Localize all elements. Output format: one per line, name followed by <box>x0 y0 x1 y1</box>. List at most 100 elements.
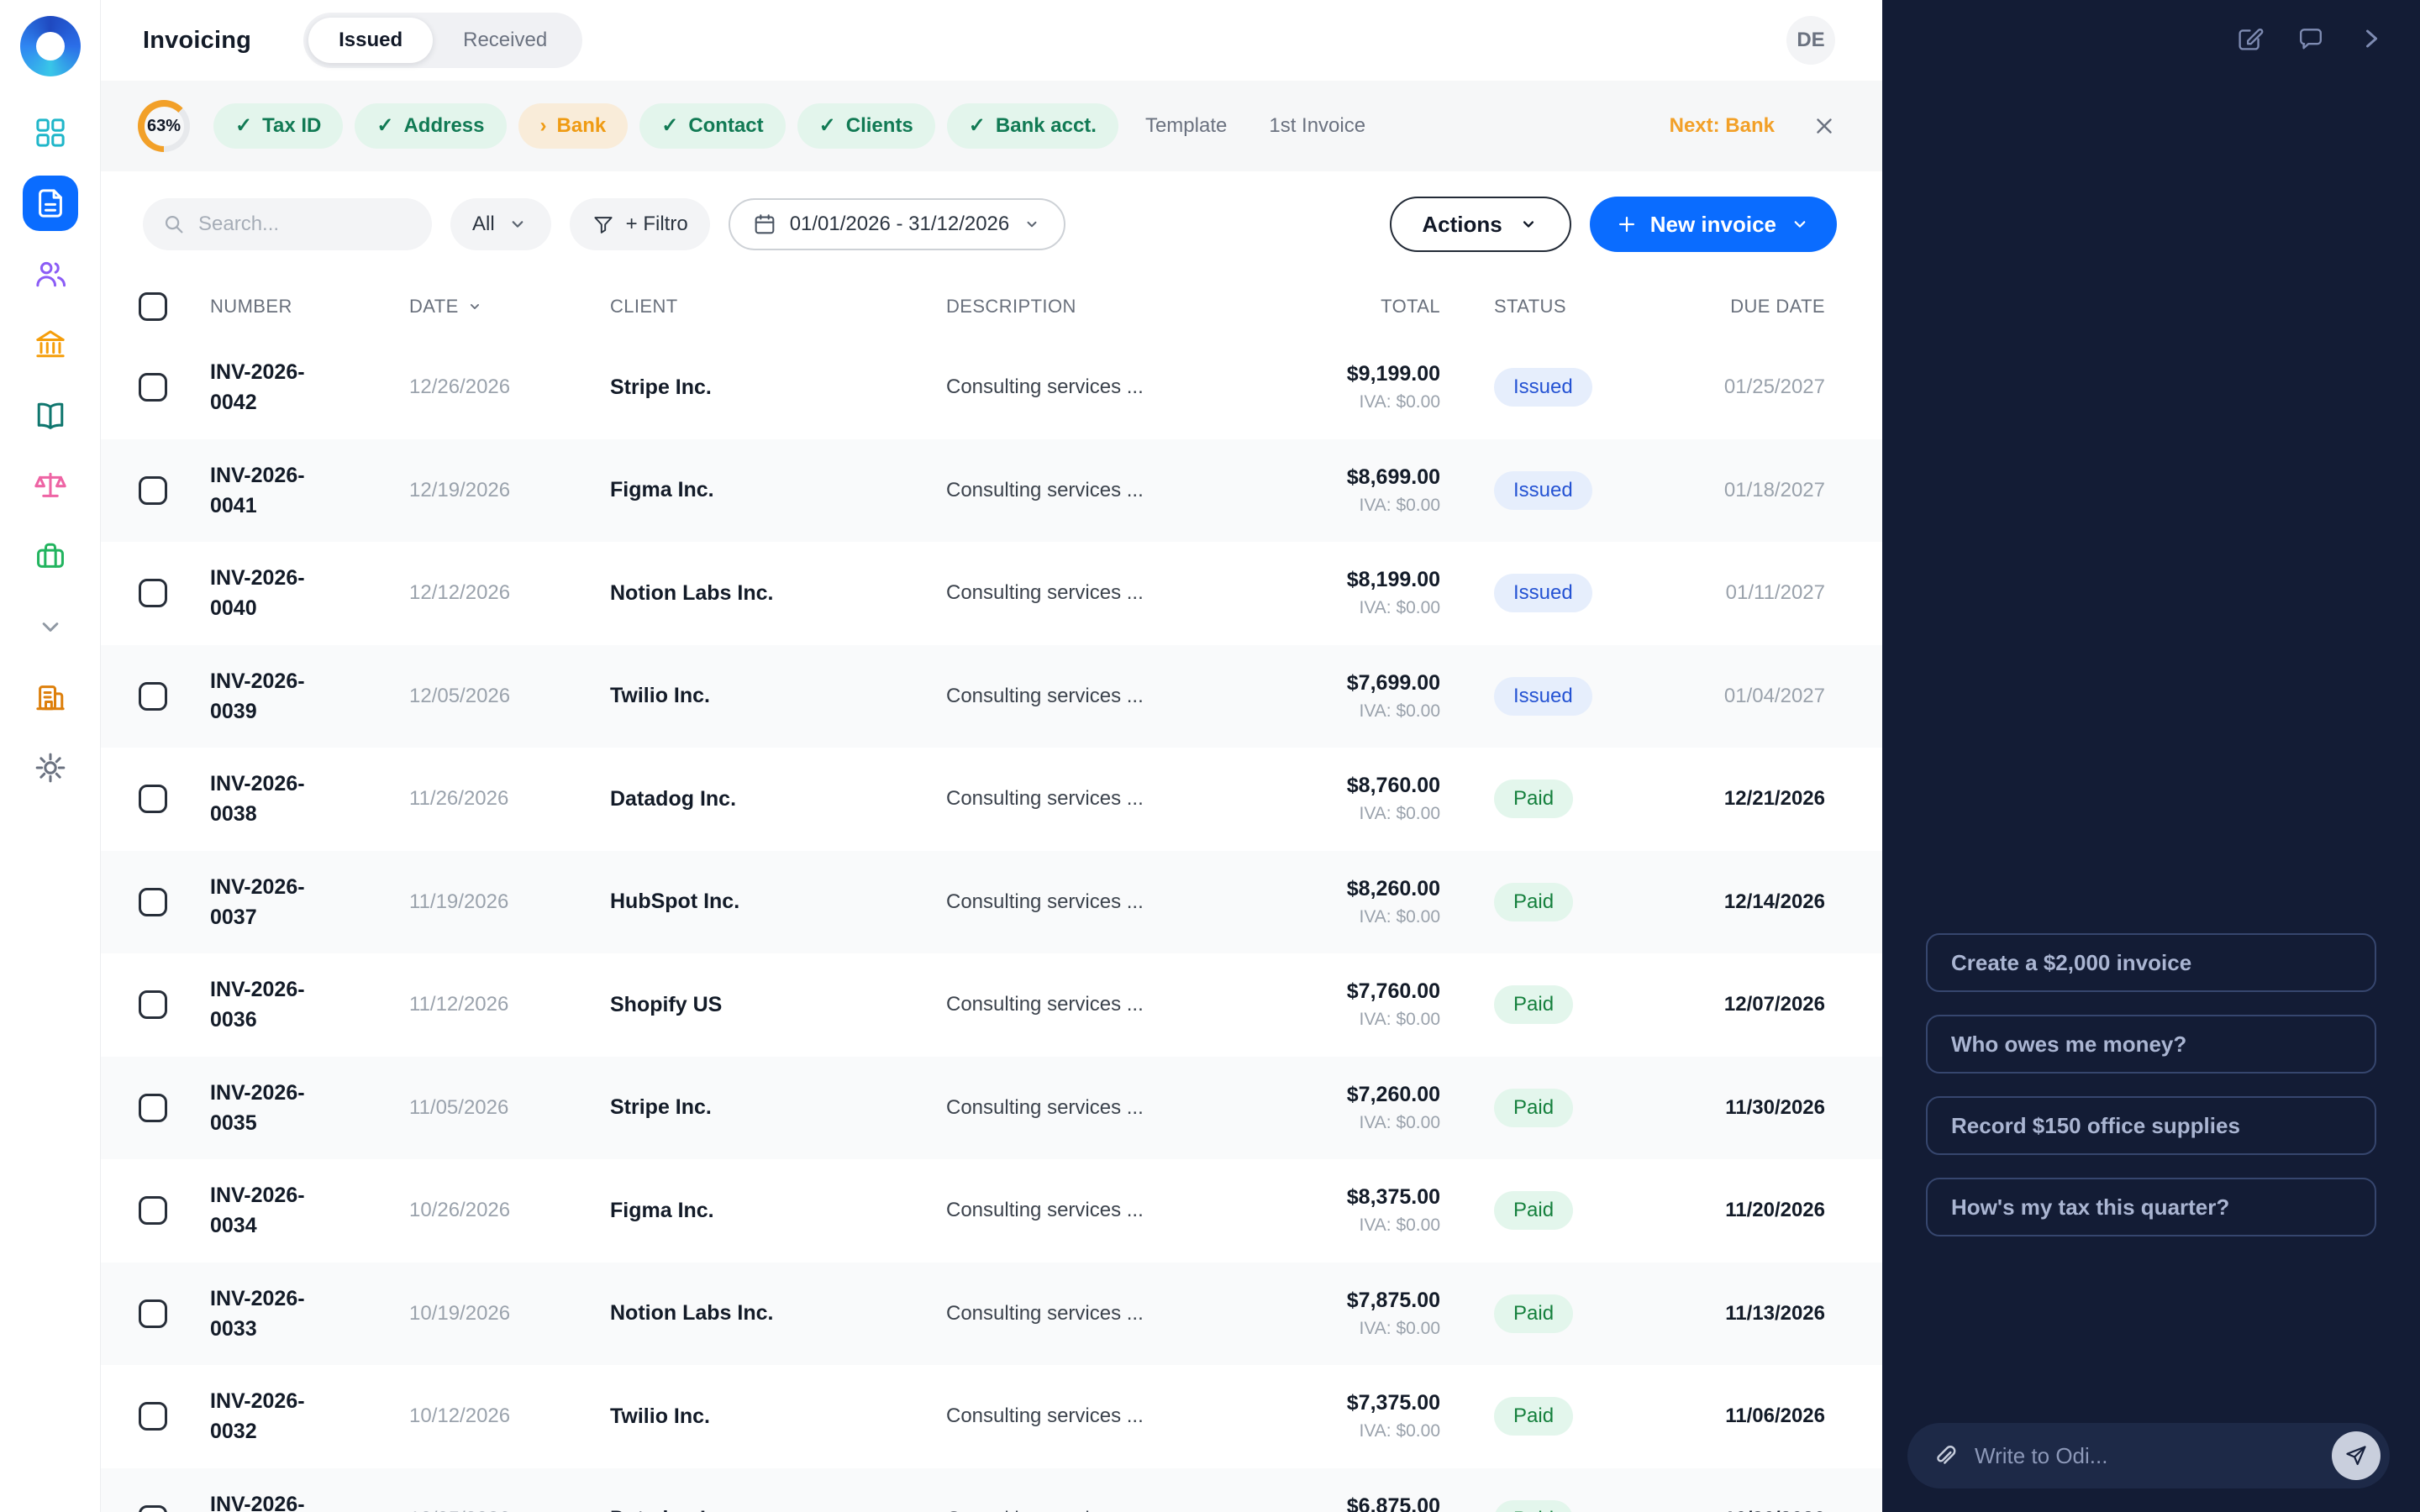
table-row[interactable]: INV-2026-003410/26/2026Figma Inc.Consult… <box>101 1159 1882 1263</box>
sidebar-item-more[interactable] <box>23 599 78 654</box>
sidebar-item-dashboard[interactable] <box>23 105 78 160</box>
table-row[interactable]: INV-2026-003110/05/2026Datadog Inc.Consu… <box>101 1468 1882 1512</box>
tab-issued[interactable]: Issued <box>308 18 433 63</box>
onboarding-step-address[interactable]: ✓Address <box>355 103 506 149</box>
column-header-status[interactable]: STATUS <box>1440 296 1697 318</box>
select-all-checkbox[interactable] <box>139 292 167 321</box>
total-amount: $9,199.00 <box>1261 362 1440 386</box>
tab-received[interactable]: Received <box>433 18 577 63</box>
total-amount: $7,699.00 <box>1261 671 1440 696</box>
sidebar-item-taxes[interactable] <box>23 458 78 513</box>
date-range-picker[interactable]: 01/01/2026 - 31/12/2026 <box>729 198 1066 250</box>
invoice-total: $6,875.00IVA: $0.00 <box>1261 1494 1440 1512</box>
table-row[interactable]: INV-2026-003811/26/2026Datadog Inc.Consu… <box>101 748 1882 851</box>
table-row[interactable]: INV-2026-003912/05/2026Twilio Inc.Consul… <box>101 645 1882 748</box>
table-row[interactable]: INV-2026-003310/19/2026Notion Labs Inc.C… <box>101 1263 1882 1366</box>
onboarding-step-template[interactable]: Template <box>1130 103 1242 149</box>
invoice-total: $7,375.00IVA: $0.00 <box>1261 1391 1440 1441</box>
table-row[interactable]: INV-2026-003611/12/2026Shopify USConsult… <box>101 953 1882 1057</box>
chat-button[interactable] <box>2296 24 2326 54</box>
invoice-date: 11/12/2026 <box>409 993 610 1016</box>
invoice-date: 11/26/2026 <box>409 787 610 811</box>
suggestion-chip[interactable]: Record $150 office supplies <box>1926 1096 2376 1155</box>
column-header-total[interactable]: TOTAL <box>1261 296 1440 318</box>
sidebar-item-ledger[interactable] <box>23 387 78 443</box>
table-row[interactable]: INV-2026-004212/26/2026Stripe Inc.Consul… <box>101 336 1882 439</box>
row-checkbox[interactable] <box>139 888 167 916</box>
collapse-panel-button[interactable] <box>2356 24 2386 54</box>
row-checkbox[interactable] <box>139 990 167 1019</box>
row-checkbox[interactable] <box>139 1299 167 1328</box>
actions-label: Actions <box>1422 212 1502 238</box>
status-badge: Paid <box>1494 1397 1573 1436</box>
invoice-total: $7,875.00IVA: $0.00 <box>1261 1289 1440 1339</box>
check-icon: ✓ <box>819 116 836 136</box>
sidebar-item-bank[interactable] <box>23 317 78 372</box>
invoice-total: $8,760.00IVA: $0.00 <box>1261 774 1440 824</box>
column-header-date[interactable]: DATE <box>409 296 610 318</box>
suggestion-chip[interactable]: Create a $2,000 invoice <box>1926 933 2376 992</box>
filter-button[interactable]: + Filtro <box>570 198 710 250</box>
avatar[interactable]: DE <box>1786 16 1835 65</box>
row-checkbox[interactable] <box>139 373 167 402</box>
onboarding-step-1st-invoice[interactable]: 1st Invoice <box>1254 103 1381 149</box>
table-row[interactable]: INV-2026-003711/19/2026HubSpot Inc.Consu… <box>101 851 1882 954</box>
building-icon <box>32 679 69 716</box>
sidebar-item-company[interactable] <box>23 669 78 725</box>
main-content: Invoicing Issued Received DE 63% ✓Tax ID… <box>101 0 1882 1512</box>
table-row[interactable]: INV-2026-004112/19/2026Figma Inc.Consult… <box>101 439 1882 543</box>
actions-dropdown[interactable]: Actions <box>1390 197 1570 252</box>
column-header-due-date[interactable]: DUE DATE <box>1697 296 1825 318</box>
row-checkbox[interactable] <box>139 1505 167 1512</box>
invoice-client: Stripe Inc. <box>610 1095 946 1120</box>
invoice-description: Consulting services ... <box>946 1199 1261 1222</box>
invoice-number: INV-2026-0031 <box>210 1489 345 1512</box>
column-header-description[interactable]: DESCRIPTION <box>946 296 1261 318</box>
status-badge: Paid <box>1494 883 1573 921</box>
invoice-due-date: 11/13/2026 <box>1697 1302 1825 1326</box>
sidebar-item-business[interactable] <box>23 528 78 584</box>
suggestion-chip[interactable]: How's my tax this quarter? <box>1926 1178 2376 1236</box>
row-checkbox[interactable] <box>139 1094 167 1122</box>
onboarding-close-button[interactable] <box>1812 113 1837 139</box>
invoice-description: Consulting services ... <box>946 1404 1261 1428</box>
send-button[interactable] <box>2332 1431 2381 1480</box>
search-input[interactable] <box>198 213 413 236</box>
sidebar-item-settings[interactable] <box>23 740 78 795</box>
onboarding-step-bank[interactable]: ›Bank <box>518 103 629 149</box>
onboarding-step-clients[interactable]: ✓Clients <box>797 103 935 149</box>
sidebar-item-clients[interactable] <box>23 246 78 302</box>
table-row[interactable]: INV-2026-003210/12/2026Twilio Inc.Consul… <box>101 1365 1882 1468</box>
invoice-total: $9,199.00IVA: $0.00 <box>1261 362 1440 412</box>
filter-all-dropdown[interactable]: All <box>450 198 551 250</box>
compose-button[interactable] <box>2235 24 2265 54</box>
column-header-client[interactable]: CLIENT <box>610 296 946 318</box>
row-checkbox[interactable] <box>139 682 167 711</box>
row-checkbox[interactable] <box>139 785 167 813</box>
onboarding-step-contact[interactable]: ✓Contact <box>639 103 785 149</box>
sidebar-item-invoices[interactable] <box>23 176 78 231</box>
row-checkbox[interactable] <box>139 579 167 607</box>
new-invoice-button[interactable]: New invoice <box>1590 197 1837 252</box>
row-checkbox[interactable] <box>139 1196 167 1225</box>
onboarding-next-link[interactable]: Next: Bank <box>1670 114 1775 138</box>
onboarding-steps: ✓Tax ID✓Address›Bank✓Contact✓Clients✓Ban… <box>213 103 1381 149</box>
onboarding-step-bank-acct-[interactable]: ✓Bank acct. <box>947 103 1118 149</box>
invoice-due-date: 11/20/2026 <box>1697 1199 1825 1222</box>
assistant-input[interactable] <box>1975 1443 2317 1469</box>
step-label: Tax ID <box>262 114 321 138</box>
suggestion-chip[interactable]: Who owes me money? <box>1926 1015 2376 1074</box>
invoice-date: 12/19/2026 <box>409 479 610 502</box>
paperclip-icon[interactable] <box>1929 1441 1960 1471</box>
row-checkbox[interactable] <box>139 1402 167 1431</box>
table-row[interactable]: INV-2026-003511/05/2026Stripe Inc.Consul… <box>101 1057 1882 1160</box>
row-checkbox[interactable] <box>139 476 167 505</box>
status-badge: Paid <box>1494 1089 1573 1127</box>
onboarding-step-tax-id[interactable]: ✓Tax ID <box>213 103 343 149</box>
invoice-total: $7,699.00IVA: $0.00 <box>1261 671 1440 722</box>
table-row[interactable]: INV-2026-004012/12/2026Notion Labs Inc.C… <box>101 542 1882 645</box>
invoice-total: $8,699.00IVA: $0.00 <box>1261 465 1440 516</box>
chevron-down-icon <box>506 213 529 236</box>
search-box[interactable] <box>143 198 432 250</box>
column-header-number[interactable]: NUMBER <box>210 296 409 318</box>
